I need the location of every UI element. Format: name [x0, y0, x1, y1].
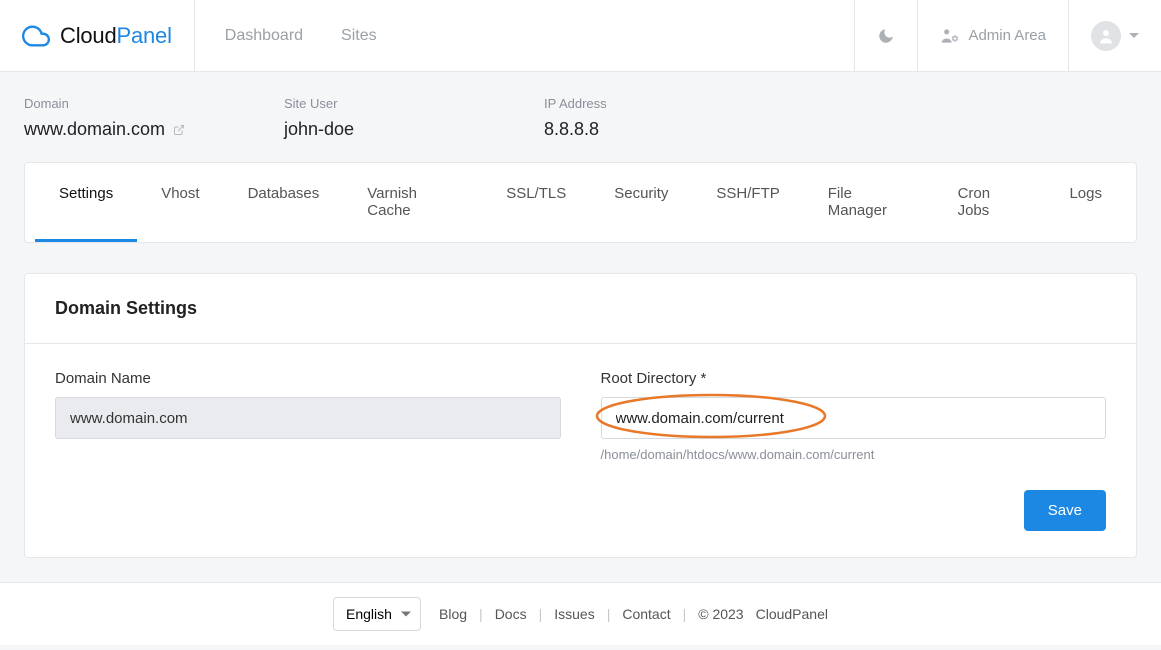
user-icon [1097, 27, 1115, 45]
external-link-icon[interactable] [173, 124, 185, 136]
cloud-logo-icon [22, 22, 50, 50]
domain-label: Domain [24, 96, 284, 111]
nav-dashboard[interactable]: Dashboard [225, 27, 303, 45]
ip-label: IP Address [544, 96, 804, 111]
user-menu[interactable] [1068, 0, 1161, 71]
admin-area-link[interactable]: Admin Area [917, 0, 1068, 71]
tab-cron-jobs[interactable]: Cron Jobs [934, 163, 1046, 242]
domain-name-label: Domain Name [55, 370, 561, 387]
nav-sites[interactable]: Sites [341, 27, 377, 45]
domain-value: www.domain.com [24, 119, 165, 140]
chevron-down-icon [1129, 33, 1139, 38]
site-user-label: Site User [284, 96, 544, 111]
topbar: CloudPanel Dashboard Sites Admin Area [0, 0, 1161, 72]
root-directory-input[interactable] [601, 397, 1107, 439]
site-info-ip: IP Address 8.8.8.8 [544, 96, 804, 140]
root-directory-field-group: Root Directory * /home/domain/htdocs/www… [601, 370, 1107, 462]
footer-issues[interactable]: Issues [554, 606, 594, 622]
admin-area-label: Admin Area [968, 27, 1046, 44]
main-nav: Dashboard Sites [195, 0, 855, 71]
tab-vhost[interactable]: Vhost [137, 163, 223, 242]
tab-security[interactable]: Security [590, 163, 692, 242]
ip-value: 8.8.8.8 [544, 119, 804, 140]
tab-databases[interactable]: Databases [224, 163, 344, 242]
footer-docs[interactable]: Docs [495, 606, 527, 622]
moon-icon [877, 27, 895, 45]
topbar-right: Admin Area [854, 0, 1161, 71]
domain-name-input [55, 397, 561, 439]
domain-settings-panel: Domain Settings Domain Name Root Directo… [24, 273, 1137, 558]
root-directory-label: Root Directory * [601, 370, 1107, 387]
panel-header: Domain Settings [25, 274, 1136, 344]
tab-file-manager[interactable]: File Manager [804, 163, 934, 242]
site-info-user: Site User john-doe [284, 96, 544, 140]
footer: English Blog | Docs | Issues | Contact |… [0, 582, 1161, 645]
footer-copyright: © 2023 [698, 606, 743, 622]
site-info-domain: Domain www.domain.com [24, 96, 284, 140]
footer-links: Blog | Docs | Issues | Contact | © 2023 … [439, 606, 828, 622]
footer-contact[interactable]: Contact [622, 606, 670, 622]
users-gear-icon [940, 26, 960, 46]
logo-text: CloudPanel [60, 23, 172, 49]
actions-row: Save [55, 490, 1106, 531]
tab-varnish[interactable]: Varnish Cache [343, 163, 482, 242]
dark-mode-toggle[interactable] [854, 0, 917, 71]
tabs: Settings Vhost Databases Varnish Cache S… [25, 163, 1136, 242]
footer-brand: CloudPanel [756, 606, 828, 622]
site-info-row: Domain www.domain.com Site User john-doe… [24, 96, 1137, 140]
avatar [1091, 21, 1121, 51]
root-directory-help: /home/domain/htdocs/www.domain.com/curre… [601, 447, 1107, 462]
tab-ssh-ftp[interactable]: SSH/FTP [692, 163, 803, 242]
tab-ssl[interactable]: SSL/TLS [482, 163, 590, 242]
tabs-card: Settings Vhost Databases Varnish Cache S… [24, 162, 1137, 243]
site-user-value: john-doe [284, 119, 544, 140]
panel-title: Domain Settings [55, 298, 1106, 319]
tab-logs[interactable]: Logs [1045, 163, 1126, 242]
tab-settings[interactable]: Settings [35, 163, 137, 242]
panel-body: Domain Name Root Directory * /home/domai… [25, 344, 1136, 557]
footer-blog[interactable]: Blog [439, 606, 467, 622]
domain-name-field-group: Domain Name [55, 370, 561, 462]
language-select[interactable]: English [333, 597, 421, 631]
logo[interactable]: CloudPanel [0, 0, 195, 71]
save-button[interactable]: Save [1024, 490, 1106, 531]
page-content: Domain www.domain.com Site User john-doe… [0, 72, 1161, 582]
